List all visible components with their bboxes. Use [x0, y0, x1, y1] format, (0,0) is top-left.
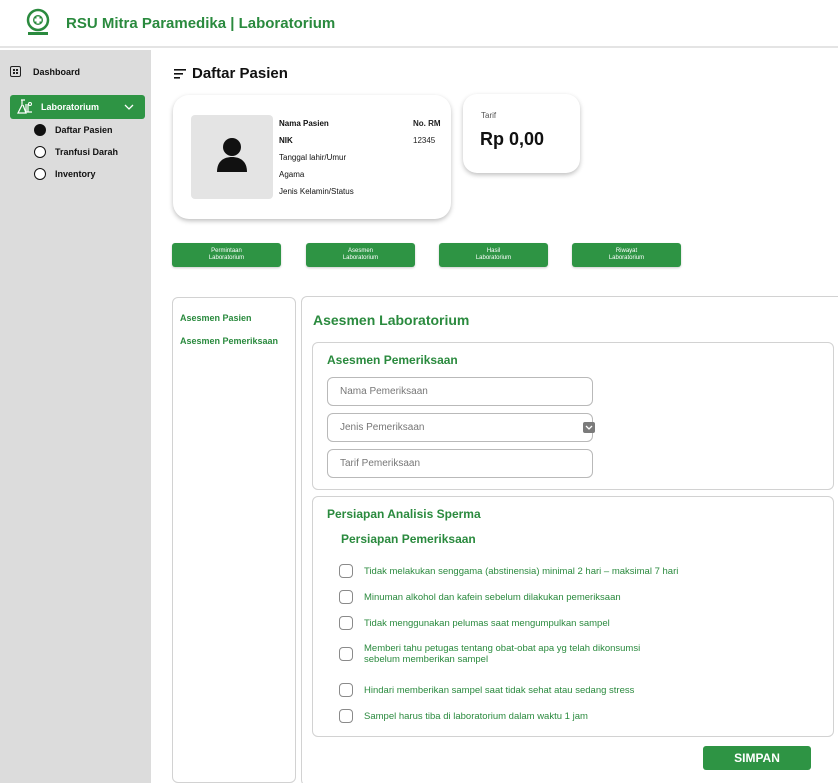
persiapan-analisis-sperma-section: Persiapan Analisis Sperma Persiapan Peme… [312, 496, 834, 737]
checklist-item[interactable]: Sampel harus tiba di laboratorium dalam … [339, 709, 588, 723]
section-subtitle: Persiapan Pemeriksaan [341, 532, 476, 546]
patient-name-label: Nama Pasien [279, 119, 329, 128]
sidebar-subitem-inventory[interactable]: Inventory [34, 168, 96, 180]
checklist-label: Sampel harus tiba di laboratorium dalam … [364, 710, 588, 722]
page-title-text: Daftar Pasien [192, 65, 288, 82]
tab-label-line2: Laboratorium [608, 255, 645, 261]
nav-link-asesmen-pemeriksaan[interactable]: Asesmen Pemeriksaan [180, 336, 278, 346]
sidebar-item-laboratorium[interactable]: Laboratorium [10, 95, 145, 119]
tab-riwayat-laboratorium[interactable]: Riwayat Laboratorium [572, 243, 681, 267]
checklist-item[interactable]: Memberi tahu petugas tentang obat-obat a… [339, 643, 640, 665]
assessment-nav-panel: Asesmen Pasien Asesmen Pemeriksaan [172, 297, 296, 783]
nav-link-asesmen-pasien[interactable]: Asesmen Pasien [180, 313, 252, 323]
sidebar-subitem-label: Inventory [55, 169, 96, 179]
radio-icon [34, 146, 46, 158]
tab-label-line1: Asesmen [347, 248, 373, 254]
rm-label: No. RM [413, 119, 441, 128]
menu-lines-icon [174, 68, 186, 79]
chevron-down-icon [124, 104, 134, 110]
section-title: Persiapan Analisis Sperma [327, 507, 481, 521]
tarif-label: Tarif [481, 111, 497, 120]
patient-card: Nama Pasien NIK Tanggal lahir/Umur Agama… [173, 95, 451, 219]
page-title: Daftar Pasien [174, 65, 288, 82]
checkbox[interactable] [339, 647, 353, 661]
sidebar-item-label: Dashboard [33, 66, 81, 77]
radio-icon [34, 168, 46, 180]
patient-nik-label: NIK [279, 136, 293, 145]
main-title: Asesmen Laboratorium [313, 312, 470, 328]
save-button[interactable]: SIMPAN [703, 746, 811, 770]
sidebar-item-label: Laboratorium [41, 102, 100, 112]
checklist-item[interactable]: Tidak menggunakan pelumas saat mengumpul… [339, 616, 610, 630]
tarif-card: Tarif Rp 0,00 [463, 94, 580, 173]
sidebar: Dashboard Laboratorium Daftar Pasien Tra… [0, 50, 151, 783]
tab-label-line1: Riwayat [615, 248, 638, 254]
top-bar: RSU Mitra Paramedika | Laboratorium [0, 0, 838, 48]
checklist-label: Minuman alkohol dan kafein sebelum dilak… [364, 591, 621, 603]
checkbox[interactable] [339, 616, 353, 630]
checkbox[interactable] [339, 564, 353, 578]
avatar [191, 115, 273, 199]
patient-religion-label: Agama [279, 170, 305, 179]
hospital-logo-icon [26, 8, 50, 35]
checkbox[interactable] [339, 683, 353, 697]
tarif-value: Rp 0,00 [480, 129, 545, 149]
checklist-label: Tidak melakukan senggama (abstinensia) m… [364, 565, 679, 577]
section-title: Asesmen Pemeriksaan [327, 353, 458, 367]
user-icon [217, 138, 247, 172]
nama-pemeriksaan-input[interactable] [327, 377, 593, 406]
checklist-item[interactable]: Tidak melakukan senggama (abstinensia) m… [339, 564, 678, 578]
laboratory-icon [17, 99, 32, 114]
checklist-item[interactable]: Minuman alkohol dan kafein sebelum dilak… [339, 590, 621, 604]
checklist-label-line1: Memberi tahu petugas tentang obat-obat a… [364, 643, 641, 654]
dashboard-icon [10, 66, 21, 77]
tab-label-line1: Hasil [486, 248, 501, 254]
tab-label-line2: Laboratorium [342, 255, 379, 261]
asesmen-pemeriksaan-section: Asesmen Pemeriksaan Jenis Pemeriksaan [312, 342, 834, 490]
checklist-label: Tidak menggunakan pelumas saat mengumpul… [364, 617, 610, 629]
tab-label-line2: Laboratorium [475, 255, 512, 261]
checklist-label-line2: sebelum memberikan sampel [364, 654, 489, 665]
sidebar-subitem-tranfusi-darah[interactable]: Tranfusi Darah [34, 146, 118, 158]
tab-label-line2: Laboratorium [208, 255, 245, 261]
sidebar-item-dashboard[interactable]: Dashboard [10, 66, 80, 77]
patient-dob-label: Tanggal lahir/Umur [279, 153, 347, 162]
tab-hasil-laboratorium[interactable]: Hasil Laboratorium [439, 243, 548, 267]
main-panel: Asesmen Laboratorium Asesmen Pemeriksaan… [301, 296, 838, 783]
tarif-pemeriksaan-input[interactable] [327, 449, 593, 478]
radio-selected-icon [34, 124, 46, 136]
patient-gender-label: Jenis Kelamin/Status [279, 187, 354, 196]
sidebar-subitem-label: Daftar Pasien [55, 125, 113, 135]
sidebar-subitem-daftar-pasien[interactable]: Daftar Pasien [34, 124, 113, 136]
tab-asesmen-laboratorium[interactable]: Asesmen Laboratorium [306, 243, 415, 267]
dropdown-arrow-icon [583, 422, 595, 433]
jenis-pemeriksaan-select[interactable]: Jenis Pemeriksaan [327, 413, 595, 442]
select-placeholder: Jenis Pemeriksaan [340, 422, 425, 433]
tab-permintaan-laboratorium[interactable]: Permintaan Laboratorium [172, 243, 281, 267]
checkbox[interactable] [339, 709, 353, 723]
checklist-label: Memberi tahu petugas tentang obat-obat a… [364, 643, 640, 665]
checkbox[interactable] [339, 590, 353, 604]
app-title: RSU Mitra Paramedika | Laboratorium [66, 15, 336, 32]
rm-value: 12345 [413, 136, 436, 145]
checklist-label: Hindari memberikan sampel saat tidak seh… [364, 684, 635, 696]
tab-label-line1: Permintaan [211, 248, 242, 254]
checklist-item[interactable]: Hindari memberikan sampel saat tidak seh… [339, 683, 634, 697]
sidebar-subitem-label: Tranfusi Darah [55, 147, 119, 157]
